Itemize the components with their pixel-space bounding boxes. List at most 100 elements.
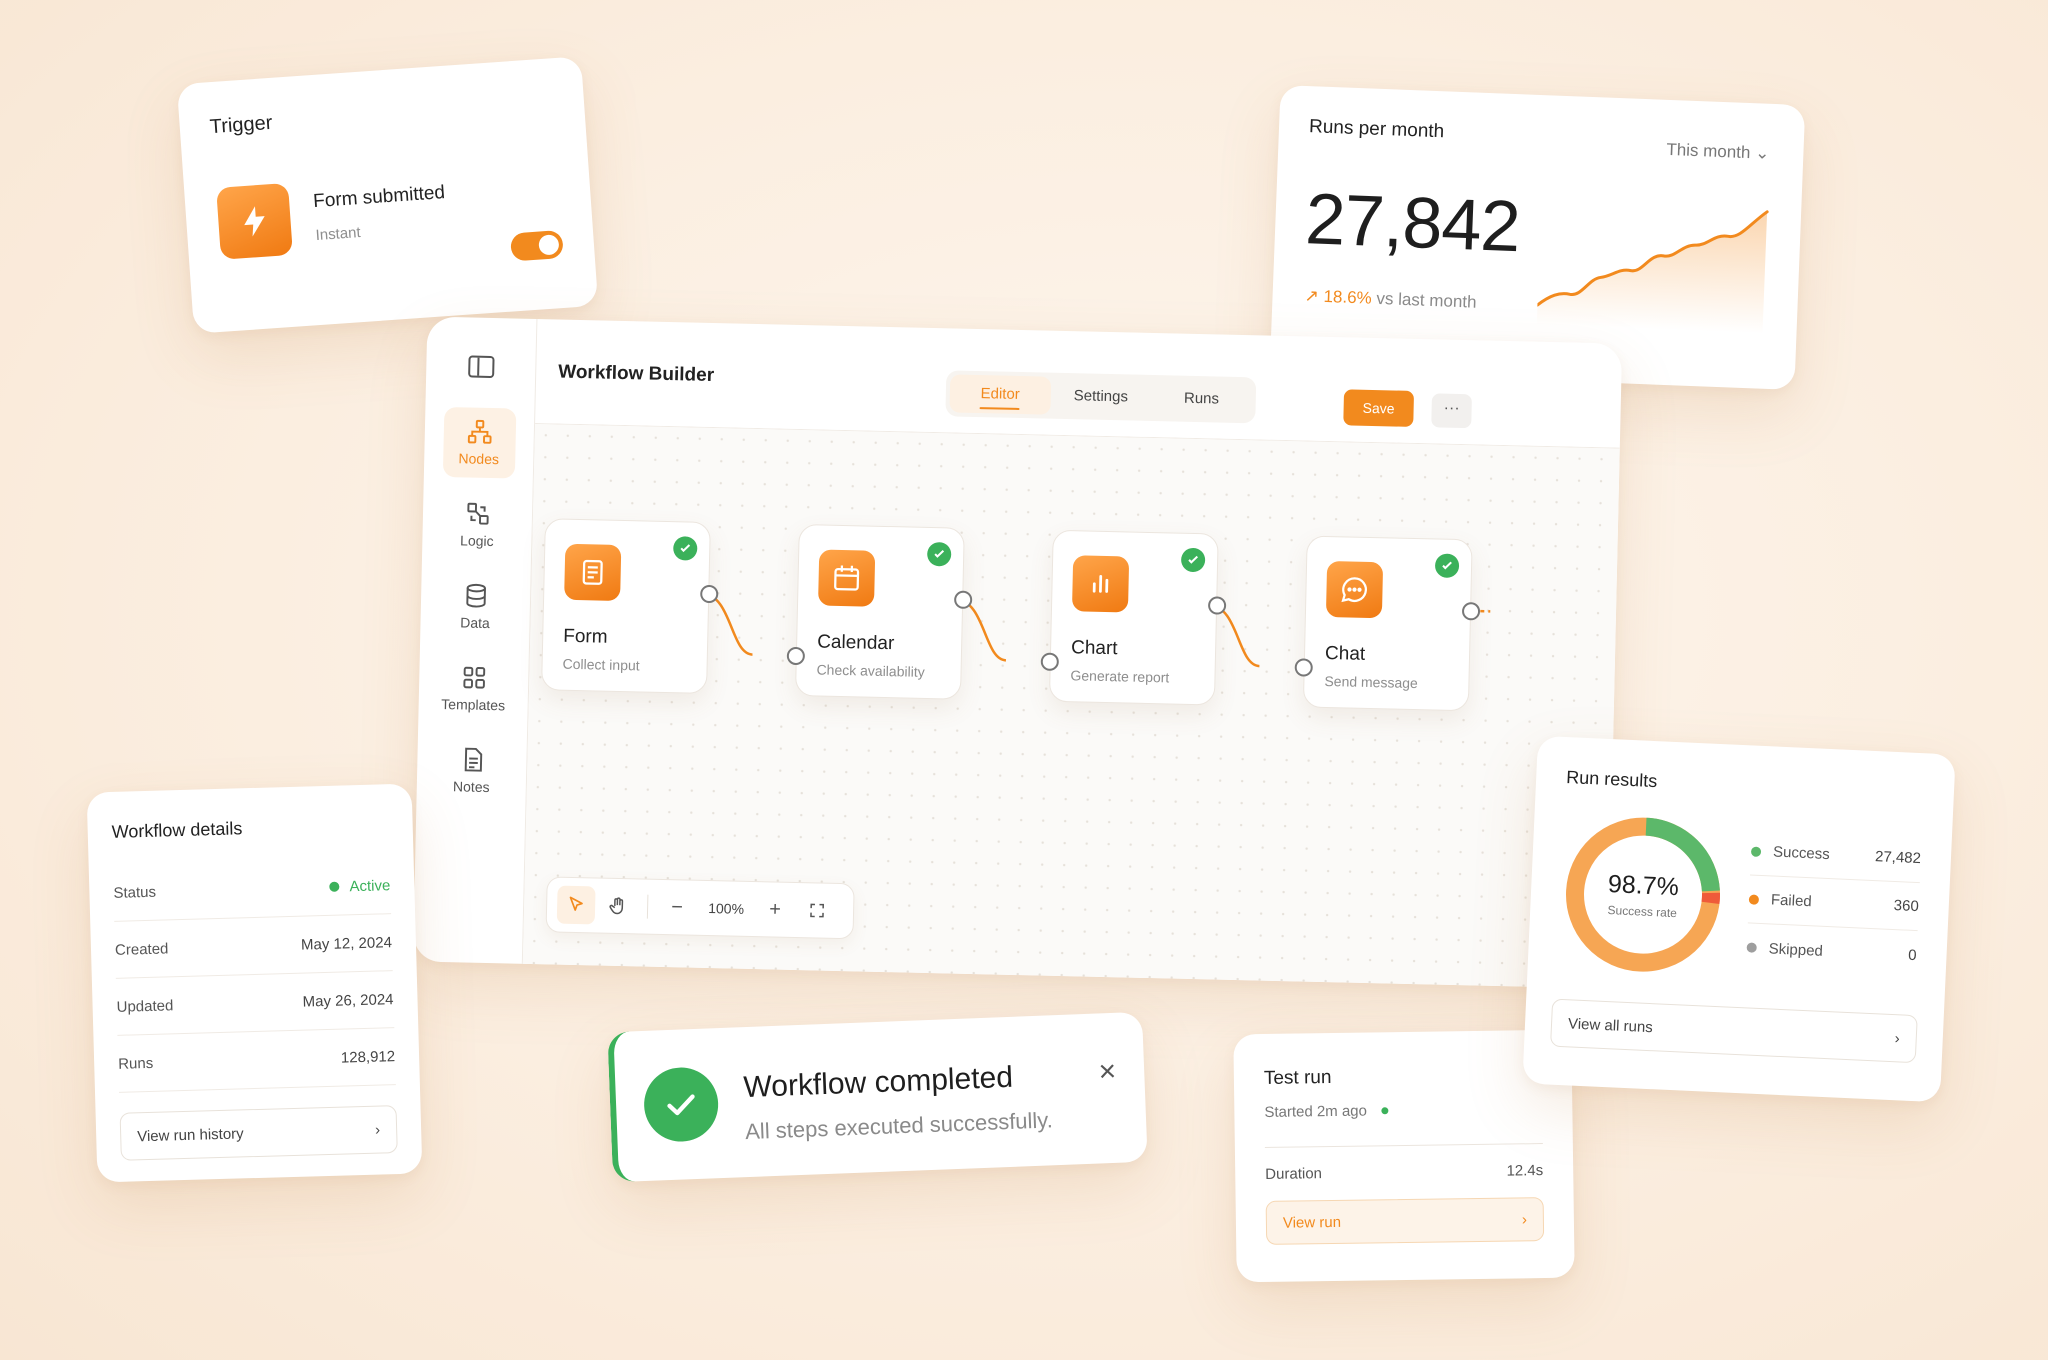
divider (1264, 1143, 1543, 1148)
workflow-details-card: Workflow details Status Active Created M… (86, 783, 423, 1183)
period-label: This month (1666, 139, 1751, 163)
donut-center: 98.7% Success rate (1557, 809, 1728, 980)
chevron-right-icon: › (1894, 1029, 1901, 1047)
tab-settings[interactable]: Settings (1050, 377, 1152, 417)
chart-icon (1071, 555, 1130, 613)
input-port[interactable] (1040, 652, 1060, 671)
sidebar-item-label: Data (460, 614, 490, 632)
chevron-right-icon: › (1521, 1210, 1528, 1228)
legend-value: 360 (1893, 897, 1920, 916)
pan-tool-button[interactable] (599, 887, 638, 926)
sidebar-toggle-icon[interactable] (467, 355, 495, 379)
check-icon (673, 536, 698, 561)
row-label: Status (113, 883, 157, 902)
logic-icon (466, 502, 489, 525)
legend-label: Skipped (1768, 939, 1824, 960)
row-value: May 26, 2024 (302, 990, 394, 1011)
node-form[interactable]: Form Collect input (541, 518, 719, 694)
button-label: View all runs (1567, 1014, 1654, 1036)
check-icon (1434, 553, 1460, 578)
sidebar-item-label: Logic (459, 532, 494, 550)
chat-icon (1325, 561, 1384, 619)
details-header: Workflow details (111, 818, 243, 842)
sidebar-item-label: Notes (452, 778, 490, 796)
node-subtitle: Generate report (1070, 667, 1170, 686)
duration-value: 12.4s (1506, 1162, 1544, 1180)
legend-dot (1746, 942, 1757, 953)
chevron-right-icon: › (374, 1121, 381, 1139)
output-port[interactable] (1461, 602, 1481, 621)
node-subtitle: Check availability (816, 661, 925, 680)
fullscreen-icon (810, 903, 824, 918)
delta-suffix: vs last month (1376, 288, 1477, 312)
more-options-button[interactable]: ··· (1431, 393, 1472, 429)
zoom-in-button[interactable]: + (756, 890, 795, 929)
runs-sparkline (1536, 210, 1769, 334)
tab-editor[interactable]: Editor (949, 374, 1051, 415)
close-icon[interactable]: × (1098, 1055, 1117, 1090)
sidebar-item-logic[interactable]: Logic (440, 489, 514, 561)
legend-row-success: Success 27,482 (1749, 827, 1922, 884)
row-label: Created (114, 939, 169, 959)
node-subtitle: Send message (1324, 672, 1418, 692)
workflow-builder-window: Nodes Logic Data Templates Notes Workflo… (412, 316, 1623, 989)
canvas-toolbar: − 100% + (545, 876, 855, 940)
details-row-runs: Runs 128,912 (117, 1028, 396, 1093)
legend-label: Failed (1770, 891, 1813, 911)
workflow-completed-toast: Workflow completed All steps executed su… (607, 1011, 1148, 1183)
period-select[interactable]: This month ⌄ (1666, 140, 1770, 164)
zoom-level: 100% (708, 900, 745, 917)
check-icon (926, 541, 952, 567)
zoom-out-button[interactable]: − (658, 888, 697, 927)
row-value: 128,912 (340, 1047, 396, 1067)
sidebar-item-templates[interactable]: Templates (437, 653, 511, 725)
results-header: Run results (1565, 767, 1658, 792)
node-calendar[interactable]: Calendar Check availability (786, 524, 973, 700)
tab-runs[interactable]: Runs (1151, 379, 1253, 419)
output-port[interactable] (1207, 596, 1227, 615)
test-run-started: Started 2m ago (1264, 1100, 1542, 1121)
trigger-header: Trigger (209, 111, 274, 139)
trigger-title: Form submitted (312, 182, 446, 213)
sidebar-item-data[interactable]: Data (439, 571, 513, 643)
node-title: Calendar (816, 631, 895, 655)
legend-row-failed: Failed 360 (1747, 875, 1920, 932)
view-all-runs-button[interactable]: View all runs › (1550, 998, 1918, 1064)
lightning-icon (216, 182, 293, 260)
status-badge: Active (329, 877, 391, 896)
calendar-icon (818, 549, 876, 607)
view-run-button[interactable]: View run › (1265, 1197, 1545, 1245)
legend-dot (1750, 845, 1762, 857)
button-label: View run history (136, 1124, 244, 1145)
sidebar-item-label: Nodes (458, 450, 500, 468)
nodes-icon (467, 419, 492, 444)
legend-dot (1748, 893, 1760, 905)
chevron-down-icon: ⌄ (1754, 143, 1770, 163)
view-run-history-button[interactable]: View run history › (119, 1105, 398, 1161)
node-chart[interactable]: Chart Generate report (1040, 529, 1227, 706)
legend-value: 0 (1907, 946, 1917, 964)
fit-view-button[interactable] (798, 891, 837, 930)
output-port[interactable] (953, 590, 973, 609)
trend-up-icon: ↗ (1304, 286, 1320, 306)
output-port[interactable] (700, 584, 719, 604)
row-label: Runs (117, 1054, 154, 1073)
save-button[interactable]: Save (1343, 389, 1415, 427)
sidebar-item-notes[interactable]: Notes (435, 735, 509, 807)
workflow-canvas[interactable]: Form Collect input Calendar Check availa… (522, 422, 1620, 989)
sidebar-item-nodes[interactable]: Nodes (442, 406, 516, 479)
builder-title: Workflow Builder (558, 361, 715, 387)
row-value: May 12, 2024 (300, 933, 393, 954)
node-title: Chat (1324, 642, 1366, 665)
select-tool-button[interactable] (556, 885, 596, 925)
details-row-updated: Updated May 26, 2024 (115, 971, 395, 1036)
button-label: View run (1282, 1213, 1342, 1232)
trigger-toggle[interactable] (509, 229, 564, 262)
templates-icon (462, 666, 485, 689)
started-text: Started 2m ago (1264, 1102, 1368, 1121)
runs-delta: ↗ 18.6% vs last month (1304, 286, 1477, 313)
node-chat[interactable]: Chat Send message (1294, 535, 1481, 712)
input-port[interactable] (786, 646, 806, 666)
input-port[interactable] (1294, 658, 1313, 677)
status-dot (329, 881, 340, 892)
